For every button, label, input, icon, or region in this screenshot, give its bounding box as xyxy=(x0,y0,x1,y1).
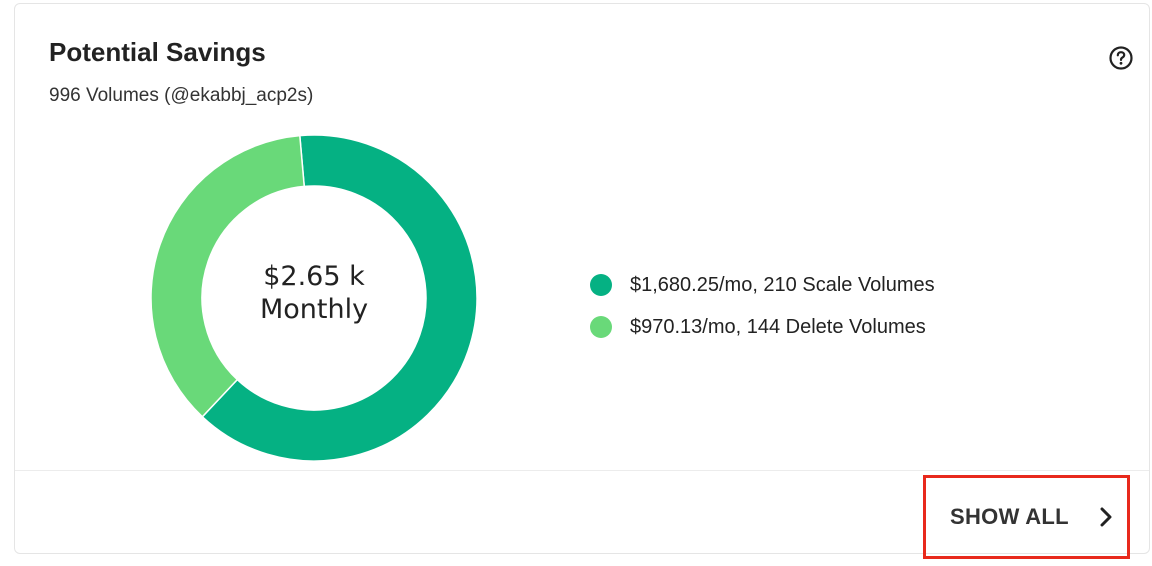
legend-dot-scale xyxy=(590,274,612,296)
chart-legend: $1,680.25/mo, 210 Scale Volumes $970.13/… xyxy=(590,264,935,348)
card-subtitle: 996 Volumes (@ekabbj_acp2s) xyxy=(49,85,314,106)
donut-center-value: $2.65 k xyxy=(263,261,365,292)
legend-dot-delete xyxy=(590,316,612,338)
show-all-label: SHOW ALL xyxy=(950,504,1069,529)
legend-item-delete: $970.13/mo, 144 Delete Volumes xyxy=(590,306,935,348)
chevron-right-icon xyxy=(1100,507,1112,527)
legend-label-scale: $1,680.25/mo, 210 Scale Volumes xyxy=(630,273,935,296)
donut-center-period: Monthly xyxy=(259,294,369,325)
card-title: Potential Savings xyxy=(49,37,266,67)
show-all-button[interactable]: SHOW ALL xyxy=(923,475,1130,559)
legend-label-delete: $970.13/mo, 144 Delete Volumes xyxy=(630,315,926,338)
question-circle-icon[interactable] xyxy=(1109,46,1133,70)
footer-divider xyxy=(15,470,1149,471)
donut-center-label: $2.65 k Monthly xyxy=(150,260,478,326)
legend-item-scale: $1,680.25/mo, 210 Scale Volumes xyxy=(590,264,935,306)
